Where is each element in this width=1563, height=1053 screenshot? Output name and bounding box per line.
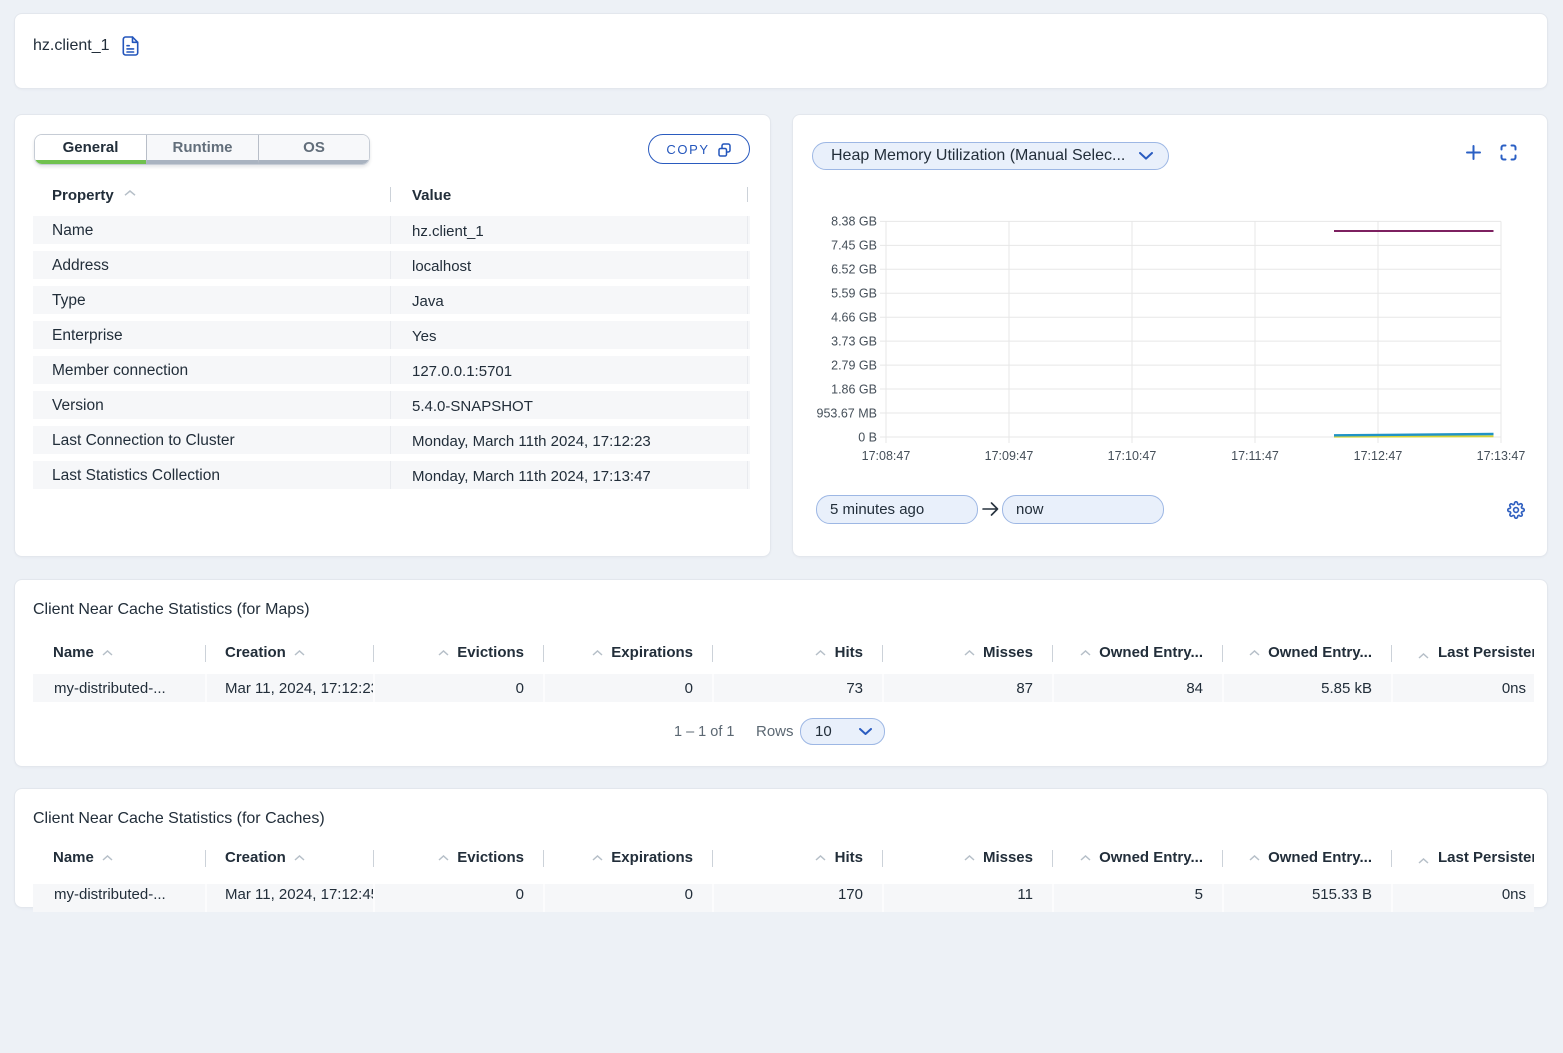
svg-text:2.79 GB: 2.79 GB — [831, 358, 877, 372]
svg-text:3.73 GB: 3.73 GB — [831, 334, 877, 348]
svg-text:17:10:47: 17:10:47 — [1108, 449, 1157, 463]
svg-text:0 B: 0 B — [858, 430, 877, 444]
svg-text:6.52 GB: 6.52 GB — [831, 263, 877, 277]
svg-text:5.59 GB: 5.59 GB — [831, 287, 877, 301]
svg-text:7.45 GB: 7.45 GB — [831, 239, 877, 253]
svg-text:17:08:47: 17:08:47 — [862, 449, 911, 463]
svg-text:17:09:47: 17:09:47 — [985, 449, 1034, 463]
svg-text:17:11:47: 17:11:47 — [1231, 449, 1279, 463]
svg-text:1.86 GB: 1.86 GB — [831, 382, 877, 396]
svg-text:17:12:47: 17:12:47 — [1354, 449, 1403, 463]
svg-text:953.67 MB: 953.67 MB — [817, 406, 877, 420]
svg-text:4.66 GB: 4.66 GB — [831, 311, 877, 325]
svg-text:8.38 GB: 8.38 GB — [831, 215, 877, 229]
svg-text:17:13:47: 17:13:47 — [1477, 449, 1526, 463]
